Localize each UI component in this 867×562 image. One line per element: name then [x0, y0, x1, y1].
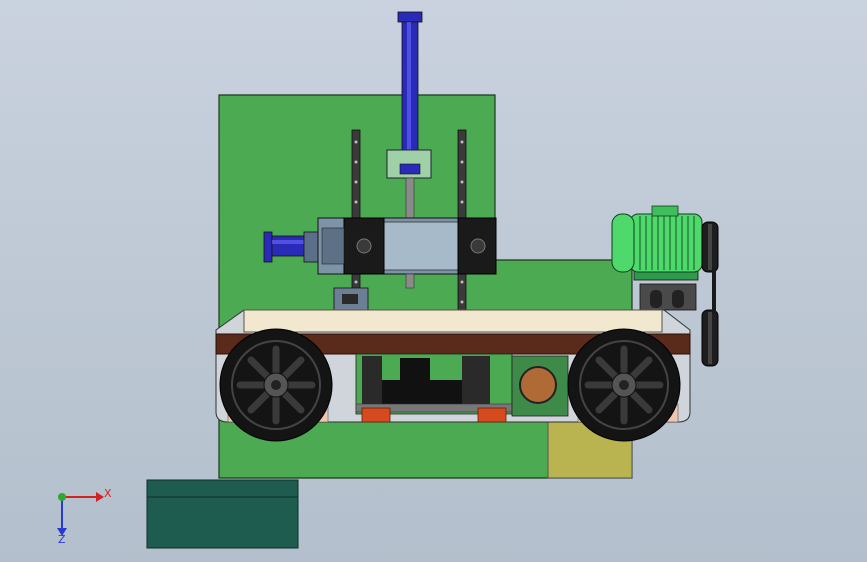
- drive-belt: [712, 268, 716, 314]
- band-wheel-left: [219, 328, 333, 442]
- idler-bracket: [639, 283, 697, 311]
- teal-box: [146, 479, 299, 549]
- cad-viewport[interactable]: X Z: [0, 0, 867, 562]
- coordinate-triad-icon: X Z: [57, 487, 112, 546]
- orange-block-left: [361, 407, 391, 423]
- pulley-upper: [701, 221, 719, 273]
- axis-z-label: Z: [58, 533, 66, 546]
- pulley-lower: [701, 309, 719, 367]
- central-carriage: [355, 353, 513, 415]
- electric-motor: [611, 205, 703, 281]
- axis-x-label: X: [104, 487, 112, 500]
- orange-block-right: [477, 407, 507, 423]
- clamp-bracket: [333, 287, 369, 311]
- workpiece: [243, 309, 663, 333]
- band-wheel-right: [567, 328, 681, 442]
- gearbox: [511, 355, 569, 417]
